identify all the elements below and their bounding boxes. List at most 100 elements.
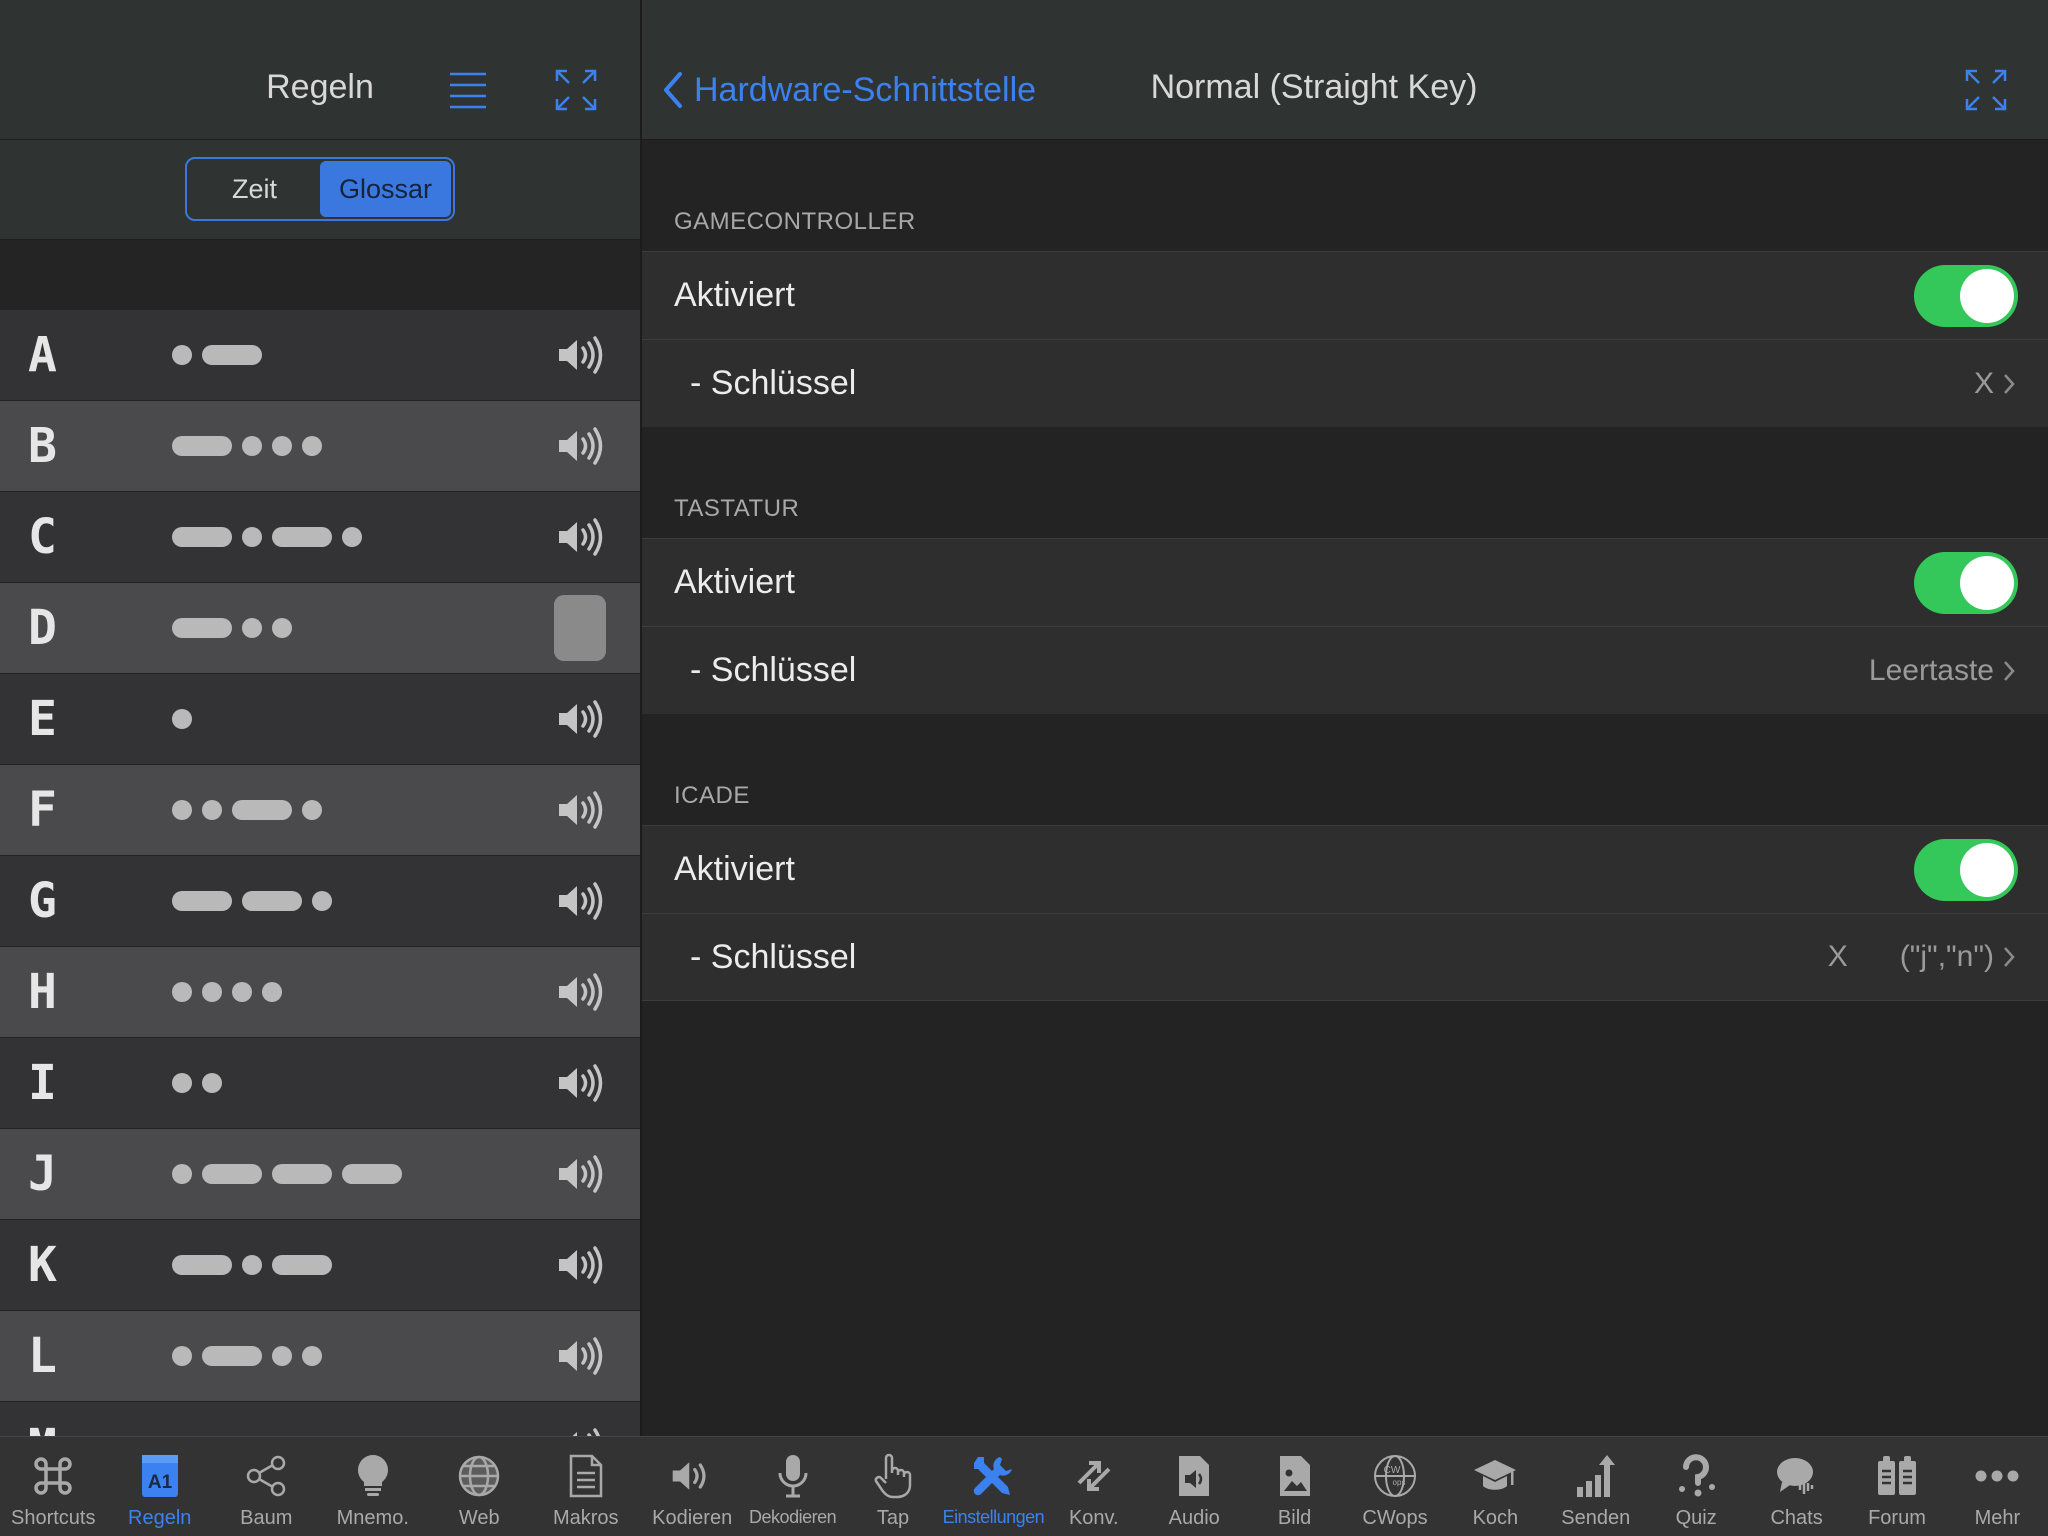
chevron-right-icon	[2004, 660, 2015, 681]
cell-label: - Schlüssel	[690, 937, 857, 976]
morse-dot	[262, 982, 282, 1002]
speaker-icon[interactable]	[555, 972, 605, 1012]
morse-row-i[interactable]: I	[0, 1038, 640, 1129]
tab-kodieren[interactable]: Kodieren	[642, 1437, 742, 1536]
tab-senden[interactable]: Senden	[1546, 1437, 1646, 1536]
morse-row-h[interactable]: H	[0, 947, 640, 1038]
tab-mnemo[interactable]: Mnemo.	[320, 1437, 427, 1536]
key-value: Leertaste	[1869, 654, 2016, 688]
tab-cwops[interactable]: CW ops CWops	[1345, 1437, 1445, 1536]
morse-dot	[302, 436, 322, 456]
morse-dash	[232, 800, 292, 820]
morse-letter: F	[28, 782, 57, 838]
morse-row-k[interactable]: K	[0, 1220, 640, 1311]
section-title-gamecontroller: GAMECONTROLLER	[674, 208, 916, 235]
tab-label: CWops	[1362, 1507, 1428, 1529]
tab-tap[interactable]: Tap	[843, 1437, 943, 1536]
tab-einstellungen[interactable]: Einstellungen	[943, 1437, 1045, 1536]
speaker-icon[interactable]	[555, 1336, 605, 1376]
key-value: X ("j","n")	[1828, 940, 2016, 974]
morse-dash	[202, 1346, 262, 1366]
tab-audio[interactable]: Audio	[1144, 1437, 1244, 1536]
speaker-icon[interactable]	[555, 1245, 605, 1285]
morse-row-c[interactable]: C	[0, 492, 640, 583]
tab-bild[interactable]: Bild	[1244, 1437, 1344, 1536]
gamecontroller-key-cell[interactable]: - Schlüssel X	[642, 339, 2048, 427]
speaker-icon[interactable]	[555, 881, 605, 921]
tab-shortcuts[interactable]: Shortcuts	[0, 1437, 107, 1536]
morse-row-f[interactable]: F	[0, 765, 640, 856]
tab-koch[interactable]: Koch	[1445, 1437, 1545, 1536]
playing-indicator[interactable]	[554, 595, 606, 661]
speaker-icon[interactable]	[555, 1427, 605, 1436]
tab-makros[interactable]: Makros	[533, 1437, 640, 1536]
morse-dash	[172, 436, 232, 456]
chart-up-icon	[1571, 1451, 1621, 1501]
morse-row-g[interactable]: G	[0, 856, 640, 947]
tab-label: Web	[458, 1507, 500, 1529]
cell-label: Aktiviert	[674, 563, 795, 601]
segment-glossar[interactable]: Glossar	[320, 161, 451, 217]
morse-row-j[interactable]: J	[0, 1129, 640, 1220]
key-value: X	[1974, 367, 2016, 401]
speaker-icon[interactable]	[555, 426, 605, 466]
list-menu-icon[interactable]	[446, 68, 490, 112]
rules-pane: Regeln Zeit Glossar ABCDEFGHIJKL M	[0, 0, 640, 1436]
more-icon	[1972, 1451, 2022, 1501]
morse-letter: J	[28, 1146, 57, 1202]
speaker-icon[interactable]	[555, 517, 605, 557]
morse-row-d[interactable]: D	[0, 583, 640, 674]
morse-row-m[interactable]: M	[0, 1402, 640, 1436]
morse-row-e[interactable]: E	[0, 674, 640, 765]
settings-title: Normal (Straight Key)	[1150, 68, 1478, 106]
tab-chats[interactable]: Chats	[1746, 1437, 1846, 1536]
morse-row-a[interactable]: A	[0, 310, 640, 401]
icade-enabled-toggle[interactable]	[1914, 838, 2018, 901]
speaker-icon[interactable]	[555, 1063, 605, 1103]
morse-row-b[interactable]: B	[0, 401, 640, 492]
morse-dot	[202, 1073, 222, 1093]
view-segmented-control[interactable]: Zeit Glossar	[185, 157, 455, 221]
morse-dash	[202, 1164, 262, 1184]
svg-text:A1: A1	[148, 1472, 173, 1493]
tab-quiz[interactable]: Quiz	[1646, 1437, 1746, 1536]
expand-icon[interactable]	[1964, 68, 2008, 112]
tab-web[interactable]: Web	[426, 1437, 533, 1536]
expand-icon[interactable]	[554, 68, 598, 112]
tools-icon	[968, 1451, 1018, 1501]
tab-dekodieren[interactable]: Dekodieren	[742, 1437, 842, 1536]
microphone-icon	[768, 1451, 818, 1501]
speaker-icon[interactable]	[555, 335, 605, 375]
tab-forum[interactable]: Forum	[1847, 1437, 1947, 1536]
tastatur-key-cell[interactable]: - Schlüssel Leertaste	[642, 626, 2048, 714]
morse-dot	[272, 618, 292, 638]
tab-konv[interactable]: Konv.	[1044, 1437, 1144, 1536]
speaker-icon[interactable]	[555, 790, 605, 830]
forum-icon	[1872, 1451, 1922, 1501]
morse-code	[172, 1255, 332, 1275]
morse-dot	[202, 982, 222, 1002]
morse-dot	[172, 345, 192, 365]
command-icon	[28, 1451, 78, 1501]
tab-baum[interactable]: Baum	[213, 1437, 320, 1536]
tree-icon	[241, 1451, 291, 1501]
morse-letter: C	[28, 509, 57, 565]
morse-code	[172, 1164, 402, 1184]
svg-text:ops: ops	[1393, 1478, 1406, 1487]
morse-dot	[272, 436, 292, 456]
morse-row-l[interactable]: L	[0, 1311, 640, 1402]
tab-mehr[interactable]: Mehr	[1947, 1437, 2047, 1536]
morse-dot	[172, 709, 192, 729]
rules-title: Regeln	[266, 68, 374, 106]
speaker-icon[interactable]	[555, 1154, 605, 1194]
segment-zeit[interactable]: Zeit	[189, 161, 320, 217]
morse-code	[172, 618, 292, 638]
speaker-icon[interactable]	[555, 699, 605, 739]
morse-code	[172, 1346, 322, 1366]
question-icon	[1671, 1451, 1721, 1501]
tab-regeln[interactable]: A1 Regeln	[107, 1437, 214, 1536]
gamecontroller-enabled-toggle[interactable]	[1914, 264, 2018, 327]
icade-key-cell[interactable]: - Schlüssel X ("j","n")	[642, 913, 2048, 1001]
tastatur-enabled-toggle[interactable]	[1914, 551, 2018, 614]
toggle-knob	[1960, 268, 2014, 323]
